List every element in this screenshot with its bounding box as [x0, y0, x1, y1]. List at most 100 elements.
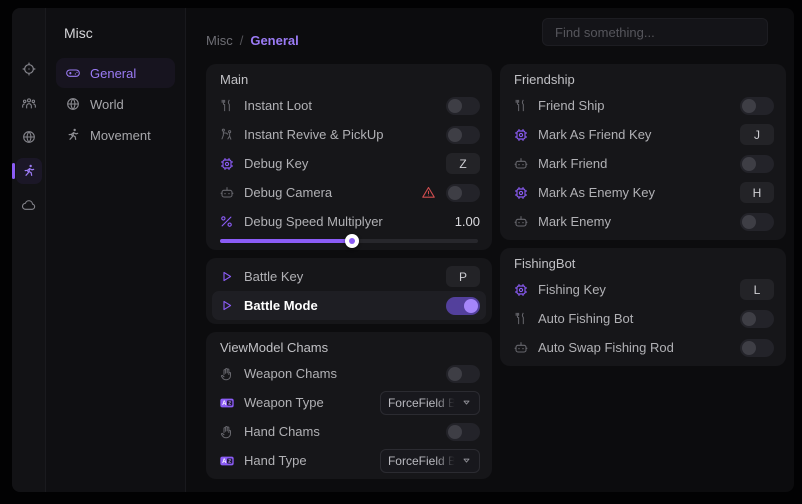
row-label: Hand Chams [244, 424, 437, 439]
globe-icon [21, 129, 37, 145]
row-mark-friend: Mark Friend [512, 149, 774, 178]
row-label: Debug Camera [244, 185, 412, 200]
row-hand-chams: Hand Chams [218, 417, 480, 446]
toggle-debug-camera[interactable] [446, 184, 480, 202]
row-label: Mark As Enemy Key [538, 185, 731, 200]
breadcrumb-section[interactable]: Misc [206, 33, 233, 48]
toggle-knob [448, 367, 462, 381]
toggle-mark-enemy[interactable] [740, 213, 774, 231]
keybind-mark-as-enemy-key[interactable]: H [740, 182, 774, 203]
card-main: MainInstant LootInstant Revive & PickUpD… [206, 64, 492, 250]
cloud-icon [21, 197, 37, 213]
slider-fill [220, 239, 352, 243]
rail-item-crosshair[interactable] [16, 56, 42, 82]
rail-item-cloud[interactable] [16, 192, 42, 218]
dropdown-hand-type[interactable]: ForceField B [380, 449, 480, 473]
keybind-mark-as-friend-key[interactable]: J [740, 124, 774, 145]
card-fishingbot: FishingBot Fishing KeyLAuto Fishing Bot Au… [500, 248, 786, 366]
toggle-mark-friend[interactable] [740, 155, 774, 173]
row-label: Debug Key [244, 156, 437, 171]
sidebar-item-world[interactable]: World [56, 89, 175, 119]
az-icon: AZ [218, 453, 235, 469]
toggle-knob [448, 99, 462, 113]
keybind-debug-key[interactable]: Z [446, 153, 480, 174]
revive-icon [218, 127, 235, 142]
rail-item-squad[interactable] [16, 90, 42, 116]
row-label: Mark As Friend Key [538, 127, 731, 142]
sidebar-item-general[interactable]: General [56, 58, 175, 88]
az-icon: AZ [218, 395, 235, 411]
row-debug-key: Debug Key Z [218, 149, 480, 178]
card-friendship: FriendshipFriend ShipMark As Friend KeyJ… [500, 64, 786, 240]
row-label: Weapon Type [244, 395, 371, 410]
svg-text:A: A [222, 459, 227, 465]
toggle-knob [742, 312, 756, 326]
slider-thumb[interactable] [345, 234, 359, 248]
robot-icon [512, 156, 529, 172]
robot-icon [512, 214, 529, 230]
row-weapon-chams: Weapon Chams [218, 359, 480, 388]
card-title: Main [220, 72, 478, 88]
toggle-battle-mode[interactable] [446, 297, 480, 315]
breadcrumb-page[interactable]: General [250, 33, 298, 48]
row-label: Mark Friend [538, 156, 731, 171]
section-sidebar: Misc GeneralWorldMovement [46, 8, 186, 492]
row-label: Battle Mode [244, 298, 437, 313]
utensils-icon [512, 98, 529, 113]
toggle-knob [742, 341, 756, 355]
card-title: FishingBot [514, 256, 772, 272]
rail-item-globe[interactable] [16, 124, 42, 150]
breadcrumb-separator: / [240, 33, 244, 48]
play-icon [218, 298, 235, 313]
toggle-knob [742, 215, 756, 229]
chip-icon [218, 156, 235, 172]
keybind-fishing-key[interactable]: L [740, 279, 774, 300]
card-title: Friendship [514, 72, 772, 88]
chevron-icon [461, 397, 472, 408]
slider-debug-speed-multiplyer[interactable] [220, 236, 478, 246]
icon-rail [12, 8, 46, 492]
row-battle-mode: Battle Mode [212, 291, 486, 320]
slider-value: 1.00 [455, 214, 480, 229]
toggle-friend-ship[interactable] [740, 97, 774, 115]
column-right: FriendshipFriend ShipMark As Friend KeyJ… [500, 64, 786, 479]
card-viewmodel-chams: ViewModel ChamsWeapon ChamsAZWeapon Type… [206, 332, 492, 479]
row-weapon-type: AZ Weapon Type ForceField B [218, 388, 480, 417]
utensils-icon [218, 98, 235, 113]
row-mark-as-friend-key: Mark As Friend Key J [512, 120, 774, 149]
sidebar-items: GeneralWorldMovement [56, 58, 175, 150]
row-fishing-key: Fishing KeyL [512, 275, 774, 304]
row-label: Battle Key [244, 269, 437, 284]
toggle-weapon-chams[interactable] [446, 365, 480, 383]
robot-icon [512, 340, 529, 356]
toggle-instant-revive-pickup[interactable] [446, 126, 480, 144]
toggle-instant-loot[interactable] [446, 97, 480, 115]
row-auto-swap-fishing-rod: Auto Swap Fishing Rod [512, 333, 774, 362]
chip-icon [512, 127, 529, 143]
row-label: Auto Swap Fishing Rod [538, 340, 731, 355]
hand-icon [218, 366, 235, 381]
hand-icon [218, 424, 235, 439]
utensils-icon [512, 311, 529, 326]
rail-item-run[interactable] [16, 158, 42, 184]
toggle-auto-fishing-bot[interactable] [740, 310, 774, 328]
dropdown-value: ForceField B [388, 454, 456, 468]
row-mark-enemy: Mark Enemy [512, 207, 774, 236]
toggle-hand-chams[interactable] [446, 423, 480, 441]
row-label: Weapon Chams [244, 366, 437, 381]
sidebar-item-movement[interactable]: Movement [56, 120, 175, 150]
robot-icon [218, 185, 235, 201]
globe-icon [65, 96, 81, 112]
column-left: MainInstant LootInstant Revive & PickUpD… [206, 64, 492, 479]
row-instant-revive-pickup: Instant Revive & PickUp [218, 120, 480, 149]
dropdown-weapon-type[interactable]: ForceField B [380, 391, 480, 415]
row-hand-type: AZHand TypeForceField B [218, 446, 480, 475]
row-instant-loot: Instant Loot [218, 91, 480, 120]
row-auto-fishing-bot: Auto Fishing Bot [512, 304, 774, 333]
chip-icon [512, 185, 529, 201]
keybind-battle-key[interactable]: P [446, 266, 480, 287]
toggle-knob [448, 186, 462, 200]
search-input[interactable] [542, 18, 768, 46]
toggle-auto-swap-fishing-rod[interactable] [740, 339, 774, 357]
chip-icon [512, 282, 529, 298]
